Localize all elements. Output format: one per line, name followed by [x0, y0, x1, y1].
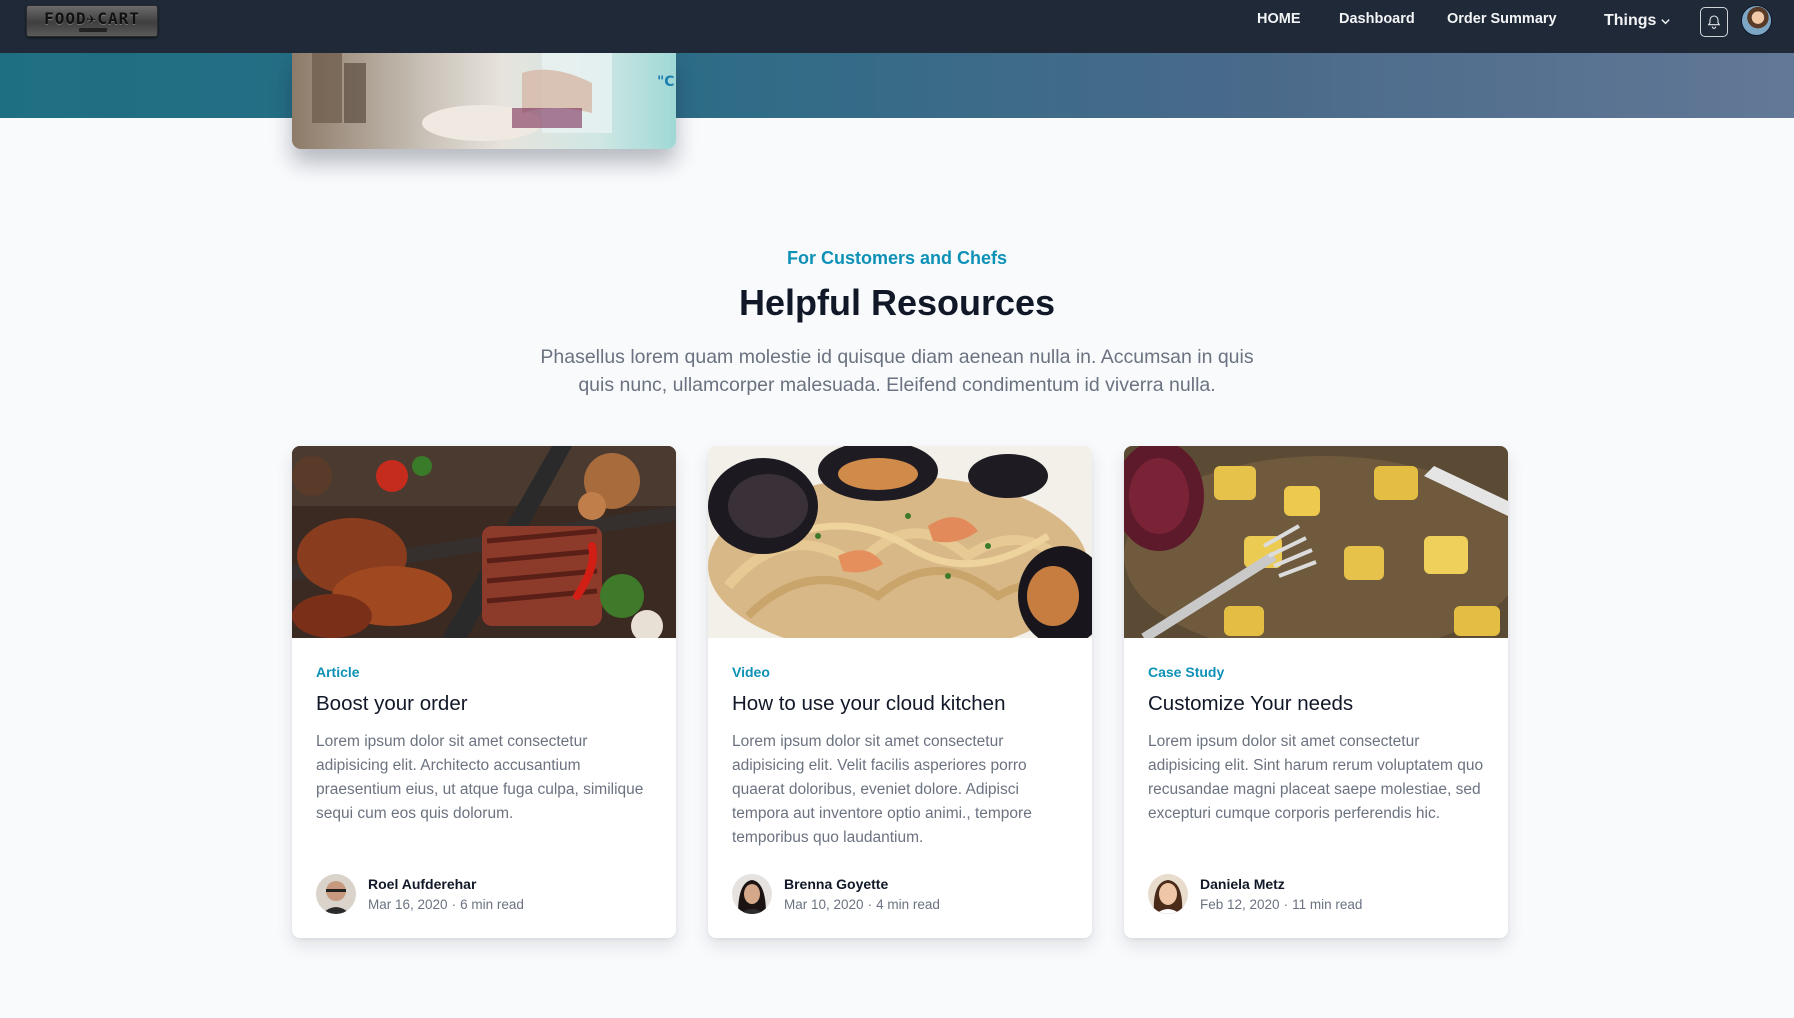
read-time: 6 min read — [460, 897, 524, 912]
author-avatar — [1148, 874, 1188, 914]
post-date: Mar 10, 2020 — [784, 897, 864, 912]
post-date: Feb 12, 2020 — [1200, 897, 1280, 912]
section-description: Phasellus lorem quam molestie id quisque… — [540, 346, 1254, 396]
card-title[interactable]: How to use your cloud kitchen — [732, 692, 1072, 716]
card-category[interactable]: Video — [732, 664, 770, 680]
card-category[interactable]: Case Study — [1148, 664, 1224, 680]
top-navbar: FOOD✈CART HOME Dashboard Order Summary T… — [0, 0, 1794, 53]
author-name[interactable]: Daniela Metz — [1200, 876, 1285, 892]
card-body: Lorem ipsum dolor sit amet consectetur a… — [316, 733, 644, 822]
card-image-grilled-meat — [292, 446, 676, 638]
read-time: 11 min read — [1292, 897, 1363, 912]
svg-text:"C: "C — [657, 74, 675, 90]
things-dropdown-label: Things — [1604, 12, 1657, 29]
notifications-button[interactable] — [1700, 7, 1728, 37]
author-name[interactable]: Roel Aufderehar — [368, 876, 476, 892]
meta-separator: · — [451, 897, 457, 912]
bell-icon — [1707, 15, 1721, 29]
author-avatar — [316, 874, 356, 914]
chevron-down-icon — [1661, 18, 1671, 24]
post-meta: Feb 12, 2020 · 11 min read — [1200, 897, 1362, 912]
food-cart-logo[interactable]: FOOD✈CART — [26, 5, 158, 37]
nav-home-link[interactable]: HOME — [1257, 11, 1301, 27]
section-title: Helpful Resources — [738, 282, 1056, 323]
hero-band — [0, 53, 1794, 118]
user-avatar[interactable] — [1741, 5, 1772, 36]
meta-separator: · — [867, 897, 873, 912]
logo-decoration — [79, 28, 107, 32]
card-category[interactable]: Article — [316, 664, 360, 680]
author-avatar — [732, 874, 772, 914]
things-dropdown[interactable]: Things — [1604, 12, 1671, 30]
resource-card[interactable]: Article Boost your order Lorem ipsum dol… — [292, 446, 676, 938]
nav-dashboard-link[interactable]: Dashboard — [1339, 11, 1415, 27]
card-body: Lorem ipsum dolor sit amet consectetur a… — [732, 733, 1032, 846]
hero-image: "C — [292, 53, 676, 149]
section-eyebrow: For Customers and Chefs — [786, 248, 1008, 268]
card-image-seafood-pasta — [708, 446, 1092, 638]
read-time: 4 min read — [876, 897, 940, 912]
card-image-minced-meat-potatoes — [1124, 446, 1508, 638]
post-meta: Mar 16, 2020 · 6 min read — [368, 897, 524, 912]
author-name[interactable]: Brenna Goyette — [784, 876, 888, 892]
resource-card[interactable]: Case Study Customize Your needs Lorem ip… — [1124, 446, 1508, 938]
card-title[interactable]: Boost your order — [316, 692, 656, 716]
post-date: Mar 16, 2020 — [368, 897, 448, 912]
resource-card[interactable]: Video How to use your cloud kitchen Lore… — [708, 446, 1092, 938]
card-body: Lorem ipsum dolor sit amet consectetur a… — [1148, 733, 1484, 822]
logo-text: FOOD✈CART — [44, 9, 140, 28]
card-title[interactable]: Customize Your needs — [1148, 692, 1488, 716]
post-meta: Mar 10, 2020 · 4 min read — [784, 897, 940, 912]
nav-order-summary-link[interactable]: Order Summary — [1447, 11, 1557, 27]
meta-separator: · — [1283, 897, 1289, 912]
